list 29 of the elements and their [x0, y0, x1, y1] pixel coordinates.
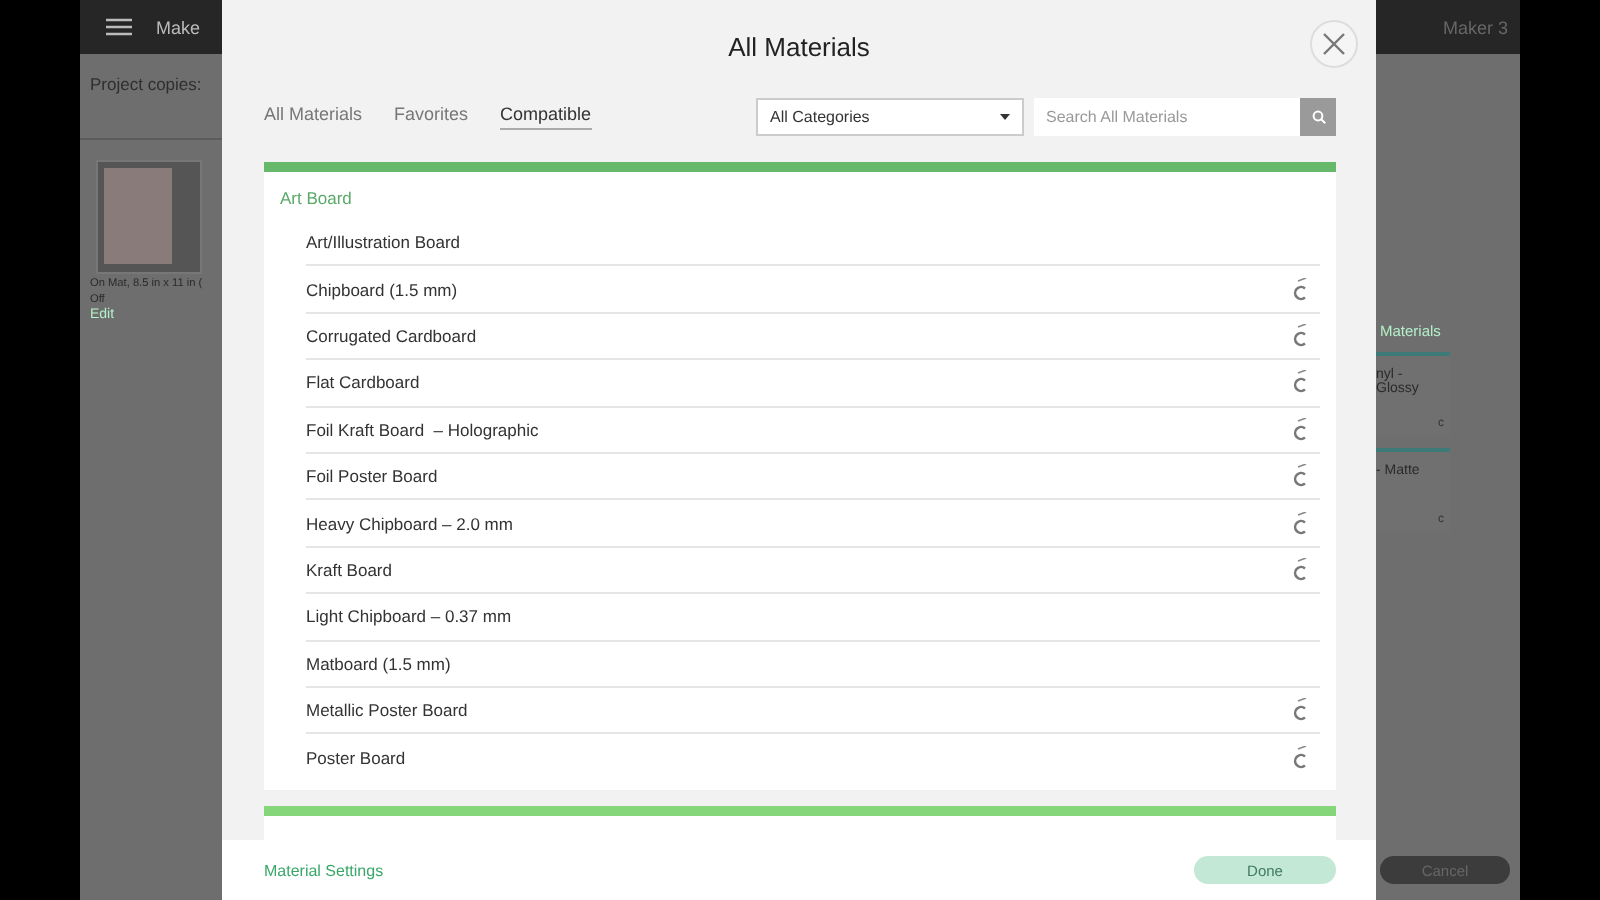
material-row[interactable]: Flat Cardboard [306, 360, 1320, 408]
material-row[interactable]: Art/Illustration Board [306, 220, 1320, 267]
search-icon [1311, 109, 1325, 123]
material-row[interactable]: Heavy Chipboard – 2.0 mm [306, 500, 1320, 548]
machine-name: Maker 3 [1442, 17, 1508, 37]
search-button[interactable] [1300, 97, 1336, 135]
app-title: Make [156, 17, 201, 37]
material-row[interactable]: Foil Poster Board [306, 453, 1320, 501]
material-row[interactable]: Foil Kraft Board – Holographic [306, 407, 1320, 454]
caret-icon [1000, 113, 1010, 119]
category-dropdown[interactable]: All Categories [756, 97, 1024, 135]
menu-icon[interactable] [106, 18, 132, 36]
material-row[interactable]: Metallic Poster Board [306, 687, 1320, 735]
material-row[interactable]: Chipboard (1.5 mm) [306, 266, 1320, 314]
tab[interactable]: All Materials [264, 103, 363, 129]
tab[interactable]: Favorites [394, 103, 469, 129]
close-button[interactable] [1310, 20, 1358, 68]
search-field[interactable]: Search All Materials [1034, 97, 1300, 135]
material-row[interactable]: Corrugated Cardboard [306, 313, 1320, 361]
mat-thumbnail[interactable] [96, 160, 202, 274]
tab[interactable]: Compatible [500, 103, 592, 129]
material-row[interactable]: Kraft Board [306, 547, 1320, 595]
material-row[interactable]: Light Chipboard – 0.37 mm [306, 594, 1320, 642]
material-row[interactable]: Matboard (1.5 mm) [306, 641, 1320, 688]
dialog-title: All Materials [728, 31, 870, 61]
material-row[interactable]: Poster Board [306, 734, 1320, 782]
project-copies-label: Project copies: [90, 74, 204, 94]
section-heading: Art Board [280, 188, 354, 208]
close-icon [1322, 32, 1346, 56]
